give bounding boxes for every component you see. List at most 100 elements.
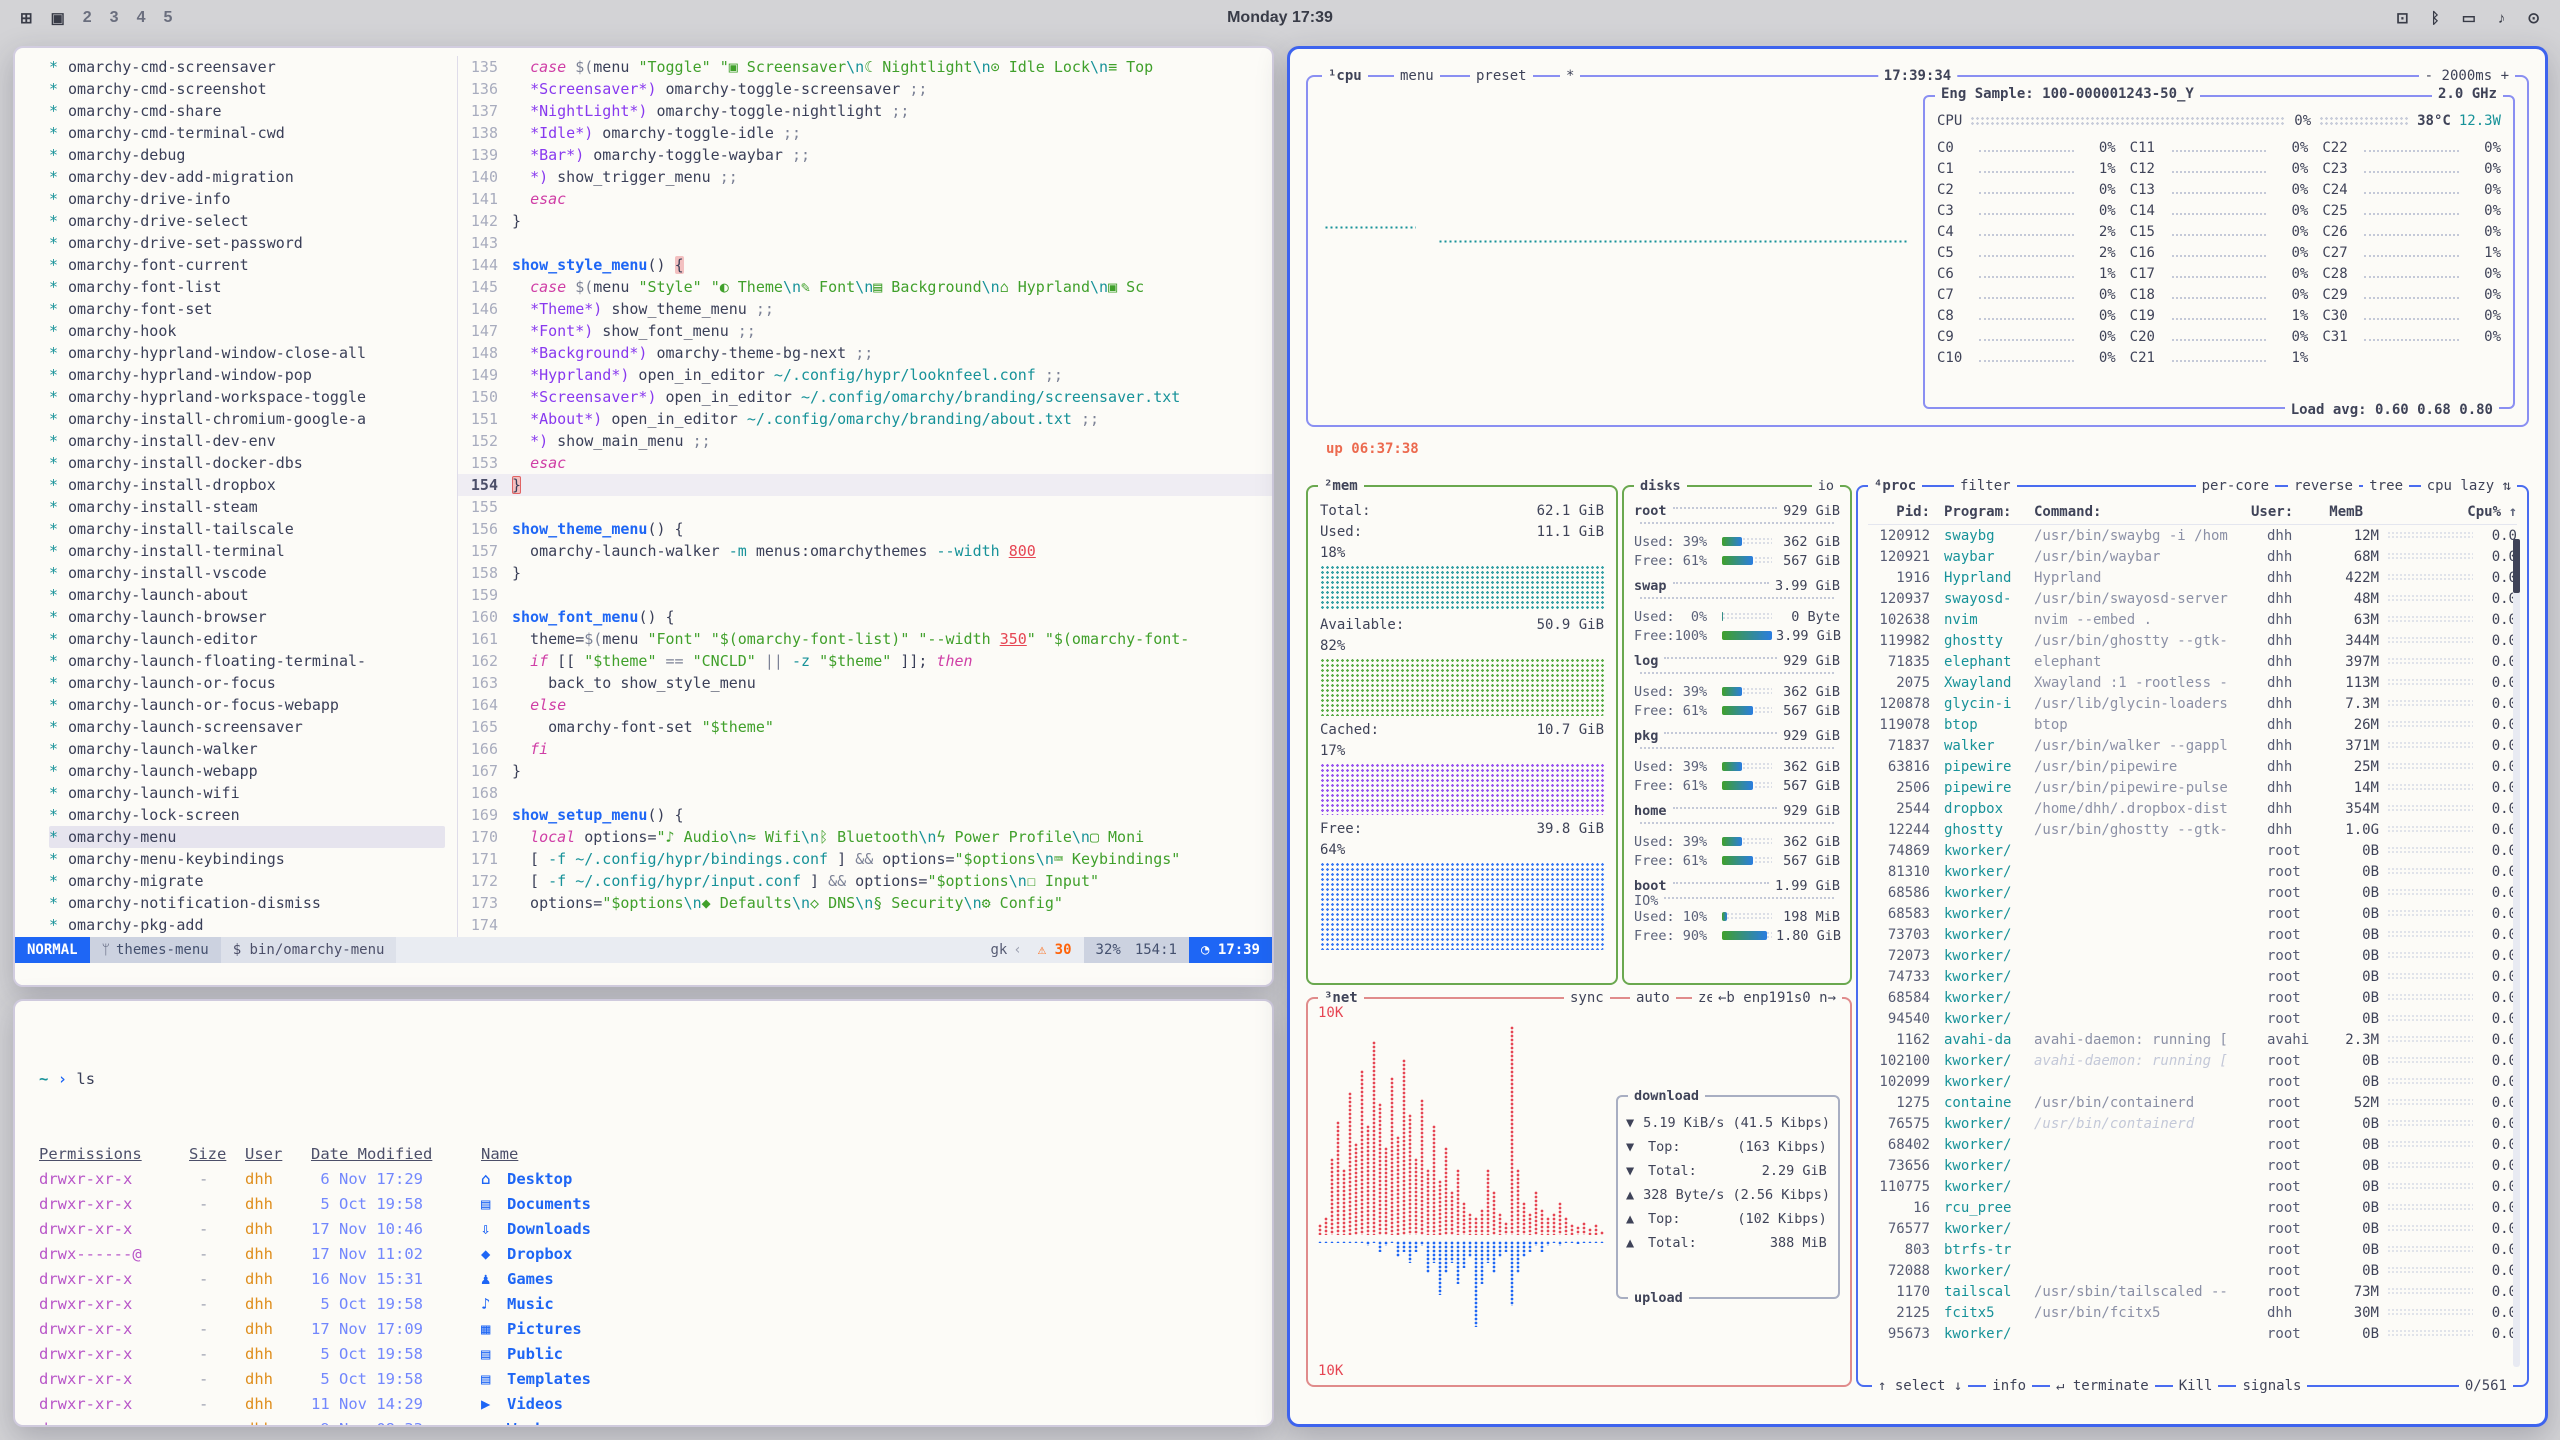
tab-proc[interactable]: ⁴proc — [1868, 476, 1922, 496]
process-row[interactable]: 2506pipewire/usr/bin/pipewire-pulsedhh14… — [1868, 777, 2517, 798]
file-item[interactable]: *omarchy-font-set — [49, 298, 457, 320]
file-item[interactable]: *omarchy-install-tailscale — [49, 518, 457, 540]
file-item[interactable]: *omarchy-install-dropbox — [49, 474, 457, 496]
process-row[interactable]: 72088kworker/root0B0.0 — [1868, 1260, 2517, 1281]
process-row[interactable]: 74869kworker/root0B0.0 — [1868, 840, 2517, 861]
file-item[interactable]: *omarchy-cmd-screenshot — [49, 78, 457, 100]
proc-footer-item-2[interactable]: ↵ terminate — [2050, 1376, 2155, 1396]
code-line[interactable]: 165 omarchy-font-set "$theme" — [458, 716, 1272, 738]
code-line[interactable]: 153 esac — [458, 452, 1272, 474]
code-line[interactable]: 156show_theme_menu() { — [458, 518, 1272, 540]
process-row[interactable]: 68584kworker/root0B0.0 — [1868, 987, 2517, 1008]
settings-icon[interactable]: ⊙ — [2527, 9, 2540, 27]
process-row[interactable]: 73656kworker/root0B0.0 — [1868, 1155, 2517, 1176]
code-line[interactable]: 144show_style_menu() { — [458, 254, 1272, 276]
file-item[interactable]: *omarchy-launch-editor — [49, 628, 457, 650]
directory-name[interactable]: ⇩Downloads — [481, 1217, 1248, 1242]
process-row[interactable]: 68583kworker/root0B0.0 — [1868, 903, 2517, 924]
interval-minus-button[interactable]: - — [2425, 68, 2433, 84]
proc-footer-item-4[interactable]: signals — [2236, 1376, 2307, 1396]
process-row[interactable]: 102100kworker/avahi-daemon: running [roo… — [1868, 1050, 2517, 1071]
proc-footer-item-0[interactable]: ↑ select ↓ — [1872, 1376, 1968, 1396]
file-item[interactable]: *omarchy-launch-or-focus-webapp — [49, 694, 457, 716]
process-row[interactable]: 2075XwaylandXwayland :1 -rootless -dhh11… — [1868, 672, 2517, 693]
code-line[interactable]: 149 *Hyprland*) open_in_editor ~/.config… — [458, 364, 1272, 386]
code-line[interactable]: 139 *Bar*) omarchy-toggle-waybar ;; — [458, 144, 1272, 166]
file-item[interactable]: *omarchy-drive-select — [49, 210, 457, 232]
net-auto-button[interactable]: auto — [1630, 988, 1676, 1008]
process-row[interactable]: 94540kworker/root0B0.0 — [1868, 1008, 2517, 1029]
code-line[interactable]: 164 else — [458, 694, 1272, 716]
directory-name[interactable]: ◆Dropbox — [481, 1242, 1248, 1267]
ls-row[interactable]: drwxr-xr-x-dhh16 Nov 15:31♟Games — [39, 1267, 1248, 1292]
process-row[interactable]: 76575kworker//usr/bin/containerdroot0B0.… — [1868, 1113, 2517, 1134]
filter-button[interactable]: filter — [1954, 476, 2017, 496]
file-item[interactable]: *omarchy-hook — [49, 320, 457, 342]
code-line[interactable]: 170 local options="♪ Audio\n≈ Wifi\nᛒ Bl… — [458, 826, 1272, 848]
file-item[interactable]: *omarchy-hyprland-window-close-all — [49, 342, 457, 364]
ls-row[interactable]: drwxr-xr-x-dhh 5 Oct 19:58▤Documents — [39, 1192, 1248, 1217]
sort-selector[interactable]: cpu lazy ⇅ — [2421, 476, 2517, 496]
code-line[interactable]: 143 — [458, 232, 1272, 254]
process-row[interactable]: 120912swaybg/usr/bin/swaybg -i /homdhh12… — [1868, 525, 2517, 546]
process-row[interactable]: 1916HyprlandHyprlanddhh422M0.0 — [1868, 567, 2517, 588]
process-row[interactable]: 1275containe/usr/bin/containerdroot52M0.… — [1868, 1092, 2517, 1113]
file-item[interactable]: *omarchy-drive-info — [49, 188, 457, 210]
code-line[interactable]: 167} — [458, 760, 1272, 782]
workspace-2[interactable]: 2 — [83, 9, 92, 27]
battery-icon[interactable]: ▭ — [2462, 9, 2476, 27]
tab-cpu[interactable]: ¹cpu — [1322, 66, 1368, 86]
ls-row[interactable]: drwx------@-dhh17 Nov 11:02◆Dropbox — [39, 1242, 1248, 1267]
process-row[interactable]: 110775kworker/root0B0.0 — [1868, 1176, 2517, 1197]
proc-column-header[interactable]: Program: — [1930, 504, 2026, 520]
proc-column-header[interactable]: User: — [2251, 504, 2315, 520]
tab-mem[interactable]: ²mem — [1318, 476, 1364, 496]
file-item[interactable]: *omarchy-cmd-share — [49, 100, 457, 122]
file-item[interactable]: *omarchy-font-current — [49, 254, 457, 276]
file-item[interactable]: *omarchy-launch-floating-terminal- — [49, 650, 457, 672]
workspace-icon-1[interactable]: ⊞ — [20, 9, 33, 27]
file-item[interactable]: *omarchy-migrate — [49, 870, 457, 892]
process-row[interactable]: 119982ghostty/usr/bin/ghostty --gtk-dhh3… — [1868, 630, 2517, 651]
process-row[interactable]: 102638nvimnvim --embed .dhh63M0.0 — [1868, 609, 2517, 630]
code-line[interactable]: 169show_setup_menu() { — [458, 804, 1272, 826]
code-line[interactable]: 166 fi — [458, 738, 1272, 760]
directory-name[interactable]: ▣Work — [481, 1417, 1248, 1427]
proc-column-header[interactable]: Command: — [2026, 504, 2251, 520]
process-row[interactable]: 74733kworker/root0B0.0 — [1868, 966, 2517, 987]
disks-title[interactable]: disks — [1634, 476, 1687, 496]
directory-name[interactable]: ♪Music — [481, 1292, 1248, 1317]
proc-footer-item-3[interactable]: Kill — [2173, 1376, 2219, 1396]
ls-row[interactable]: drwxr-xr-x-dhh17 Nov 10:46⇩Downloads — [39, 1217, 1248, 1242]
file-item[interactable]: *omarchy-launch-webapp — [49, 760, 457, 782]
process-row[interactable]: 119078btopbtopdhh26M0.0 — [1868, 714, 2517, 735]
scrollbar-thumb[interactable] — [2513, 539, 2520, 593]
code-line[interactable]: 135 case $(menu "Toggle" "▣ Screensaver\… — [458, 56, 1272, 78]
file-item[interactable]: *omarchy-install-chromium-google-a — [49, 408, 457, 430]
proc-column-header[interactable]: MemB — [2315, 504, 2363, 520]
process-row[interactable]: 68402kworker/root0B0.0 — [1868, 1134, 2517, 1155]
directory-name[interactable]: ▶Videos — [481, 1392, 1248, 1417]
code-lines[interactable]: 135 case $(menu "Toggle" "▣ Screensaver\… — [457, 56, 1272, 937]
proc-footer-item-1[interactable]: info — [1986, 1376, 2032, 1396]
code-line[interactable]: 171 [ -f ~/.config/hypr/bindings.conf ] … — [458, 848, 1272, 870]
process-row[interactable]: 63816pipewire/usr/bin/pipewiredhh25M0.0 — [1868, 756, 2517, 777]
code-line[interactable]: 142} — [458, 210, 1272, 232]
ls-row[interactable]: drwxr-xr-x-dhh 6 Nov 17:29⌂Desktop — [39, 1167, 1248, 1192]
code-line[interactable]: 163 back_to show_style_menu — [458, 672, 1272, 694]
code-line[interactable]: 159 — [458, 584, 1272, 606]
screencast-icon[interactable]: ⊡ — [2396, 9, 2409, 27]
code-line[interactable]: 150 *Screensaver*) open_in_editor ~/.con… — [458, 386, 1272, 408]
process-row[interactable]: 120921waybar/usr/bin/waybardhh68M0.0 — [1868, 546, 2517, 567]
process-row[interactable]: 95673kworker/root0B0.0 — [1868, 1323, 2517, 1344]
process-row[interactable]: 1170tailscal/usr/sbin/tailscaled --root7… — [1868, 1281, 2517, 1302]
process-row[interactable]: 102099kworker/root0B0.0 — [1868, 1071, 2517, 1092]
process-row[interactable]: 81310kworker/root0B0.0 — [1868, 861, 2517, 882]
code-line[interactable]: 145 case $(menu "Style" "◐ Theme\n✎ Font… — [458, 276, 1272, 298]
file-item[interactable]: *omarchy-launch-walker — [49, 738, 457, 760]
workspace-icon-2[interactable]: ▣ — [51, 9, 65, 27]
directory-name[interactable]: ♟Games — [481, 1267, 1248, 1292]
file-item[interactable]: *omarchy-menu-keybindings — [49, 848, 457, 870]
code-line[interactable]: 146 *Theme*) show_theme_menu ;; — [458, 298, 1272, 320]
proc-column-header[interactable]: Cpu% — [2457, 504, 2501, 520]
